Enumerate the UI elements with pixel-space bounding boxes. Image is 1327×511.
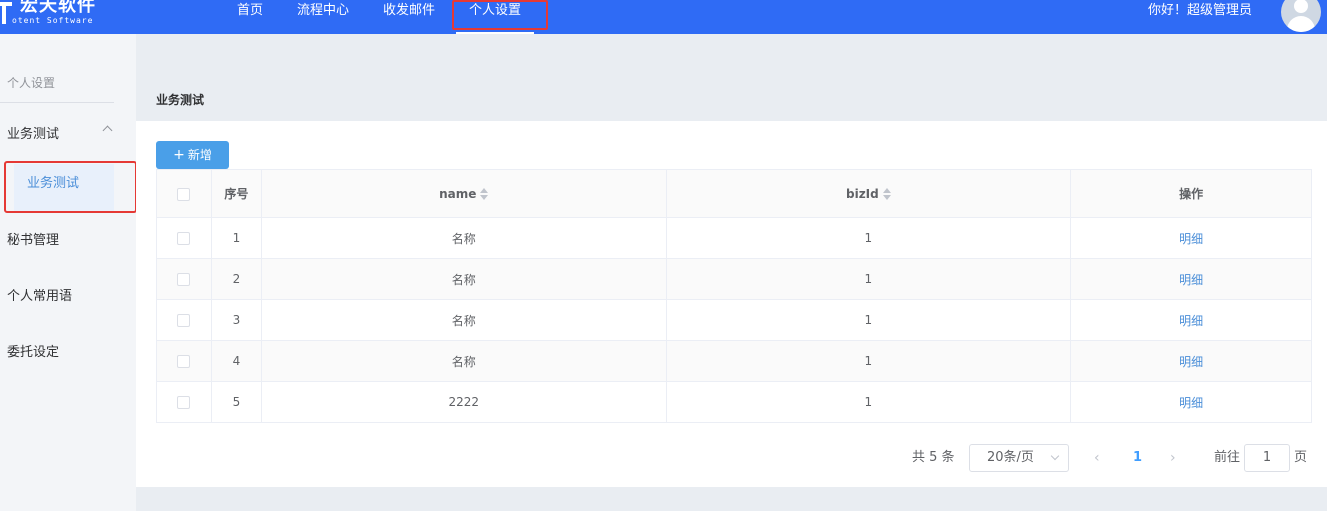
row-select-cell [156, 340, 212, 382]
sidebar-item-common-phrases[interactable]: 个人常用语 [7, 285, 72, 304]
logo-title: 宏天软件 [20, 0, 96, 16]
row-select-cell [156, 381, 212, 423]
cell-name: 2222 [260, 381, 667, 423]
user-greeting: 你好！超级管理员 [1147, 3, 1252, 18]
page-size-value: 20条/页 [987, 450, 1034, 465]
table-row: 4 名称 1 明细 [156, 340, 1312, 382]
row-checkbox[interactable] [177, 355, 191, 368]
page-size-select[interactable]: 20条/页 [969, 444, 1069, 472]
cell-action: 明细 [1070, 340, 1312, 382]
top-bar: 宏天软件 otent Software 首页 流程中心 收发邮件 个人设置 你好… [0, 0, 1327, 34]
cell-index: 1 [210, 217, 262, 259]
cell-bizid: 1 [665, 217, 1072, 259]
table-row: 2 名称 1 明细 [156, 258, 1312, 300]
goto-page-input[interactable]: 1 [1244, 444, 1290, 472]
logo-mark-icon [0, 0, 14, 28]
cell-bizid: 1 [665, 299, 1072, 341]
sidebar-item-secretary[interactable]: 秘书管理 [7, 229, 59, 248]
highlight-box [4, 161, 137, 213]
row-checkbox[interactable] [177, 232, 191, 245]
detail-link[interactable]: 明细 [1179, 355, 1203, 369]
row-checkbox[interactable] [177, 273, 191, 286]
table-row: 5 2222 1 明细 [156, 381, 1312, 423]
row-checkbox[interactable] [177, 396, 191, 409]
nav-process-center[interactable]: 流程中心 [280, 0, 366, 34]
sidebar-group-business-test[interactable]: 业务测试 [7, 123, 59, 142]
highlight-box [452, 0, 549, 30]
page-number-current[interactable]: 1 [1133, 444, 1142, 472]
next-page-icon[interactable]: › [1170, 444, 1180, 472]
plus-icon: + [173, 147, 185, 163]
goto-suffix: 页 [1294, 450, 1308, 465]
row-select-cell [156, 217, 212, 259]
header-name-label: name [439, 186, 477, 201]
logo-subtitle: otent Software [12, 16, 94, 25]
row-select-cell [156, 258, 212, 300]
header-name[interactable]: name [260, 169, 667, 218]
sidebar-title: 个人设置 [7, 76, 56, 90]
user-avatar-icon[interactable] [1281, 0, 1321, 32]
cell-name: 名称 [260, 258, 667, 300]
cell-action: 明细 [1070, 299, 1312, 341]
header-index: 序号 [210, 169, 262, 218]
cell-action: 明细 [1070, 217, 1312, 259]
data-table: 序号 name bizId 操作 1 名称 1 明细 2 名称 1 明细 3 名… [156, 169, 1312, 423]
sort-icon[interactable] [480, 188, 489, 200]
sort-icon[interactable] [882, 188, 891, 200]
select-all-cell [156, 169, 212, 218]
sidebar-divider [0, 102, 114, 103]
detail-link[interactable]: 明细 [1179, 273, 1203, 287]
cell-index: 3 [210, 299, 262, 341]
cell-bizid: 1 [665, 258, 1072, 300]
nav-personal-settings[interactable]: 个人设置 [452, 0, 549, 34]
nav-mail[interactable]: 收发邮件 [366, 0, 452, 34]
prev-page-icon[interactable]: ‹ [1094, 444, 1104, 472]
cell-name: 名称 [260, 340, 667, 382]
header-action: 操作 [1070, 169, 1312, 218]
sidebar-item-delegation[interactable]: 委托设定 [7, 341, 59, 360]
header-bizid-label: bizId [845, 186, 879, 201]
table-header-row: 序号 name bizId 操作 [156, 169, 1312, 218]
page-title: 业务测试 [156, 93, 205, 107]
cell-index: 5 [210, 381, 262, 423]
main-nav: 首页 流程中心 收发邮件 个人设置 [220, 0, 549, 34]
row-select-cell [156, 299, 212, 341]
table-row: 3 名称 1 明细 [156, 299, 1312, 341]
detail-link[interactable]: 明细 [1179, 314, 1203, 328]
cell-bizid: 1 [665, 381, 1072, 423]
sidebar: 个人设置 业务测试 业务测试 秘书管理 个人常用语 委托设定 [0, 34, 137, 511]
chevron-up-icon[interactable] [102, 125, 113, 136]
detail-link[interactable]: 明细 [1179, 396, 1203, 410]
header-bizid[interactable]: bizId [665, 169, 1072, 218]
logo: 宏天软件 otent Software [0, 0, 96, 34]
cell-action: 明细 [1070, 381, 1312, 423]
add-button[interactable]: + 新增 [156, 141, 229, 169]
chevron-down-icon [1050, 451, 1060, 461]
cell-bizid: 1 [665, 340, 1072, 382]
main-panel: + 新增 序号 name bizId 操作 1 名称 1 明细 2 名称 1 明… [136, 121, 1327, 487]
cell-index: 4 [210, 340, 262, 382]
select-all-checkbox[interactable] [177, 187, 191, 201]
add-button-label: 新增 [187, 148, 212, 162]
goto-label: 前往 [1214, 450, 1241, 465]
cell-index: 2 [210, 258, 262, 300]
detail-link[interactable]: 明细 [1179, 232, 1203, 246]
nav-home[interactable]: 首页 [220, 0, 280, 34]
row-checkbox[interactable] [177, 314, 191, 327]
cell-action: 明细 [1070, 258, 1312, 300]
table-row: 1 名称 1 明细 [156, 217, 1312, 259]
cell-name: 名称 [260, 299, 667, 341]
pagination-total: 共 5 条 [912, 450, 955, 465]
cell-name: 名称 [260, 217, 667, 259]
